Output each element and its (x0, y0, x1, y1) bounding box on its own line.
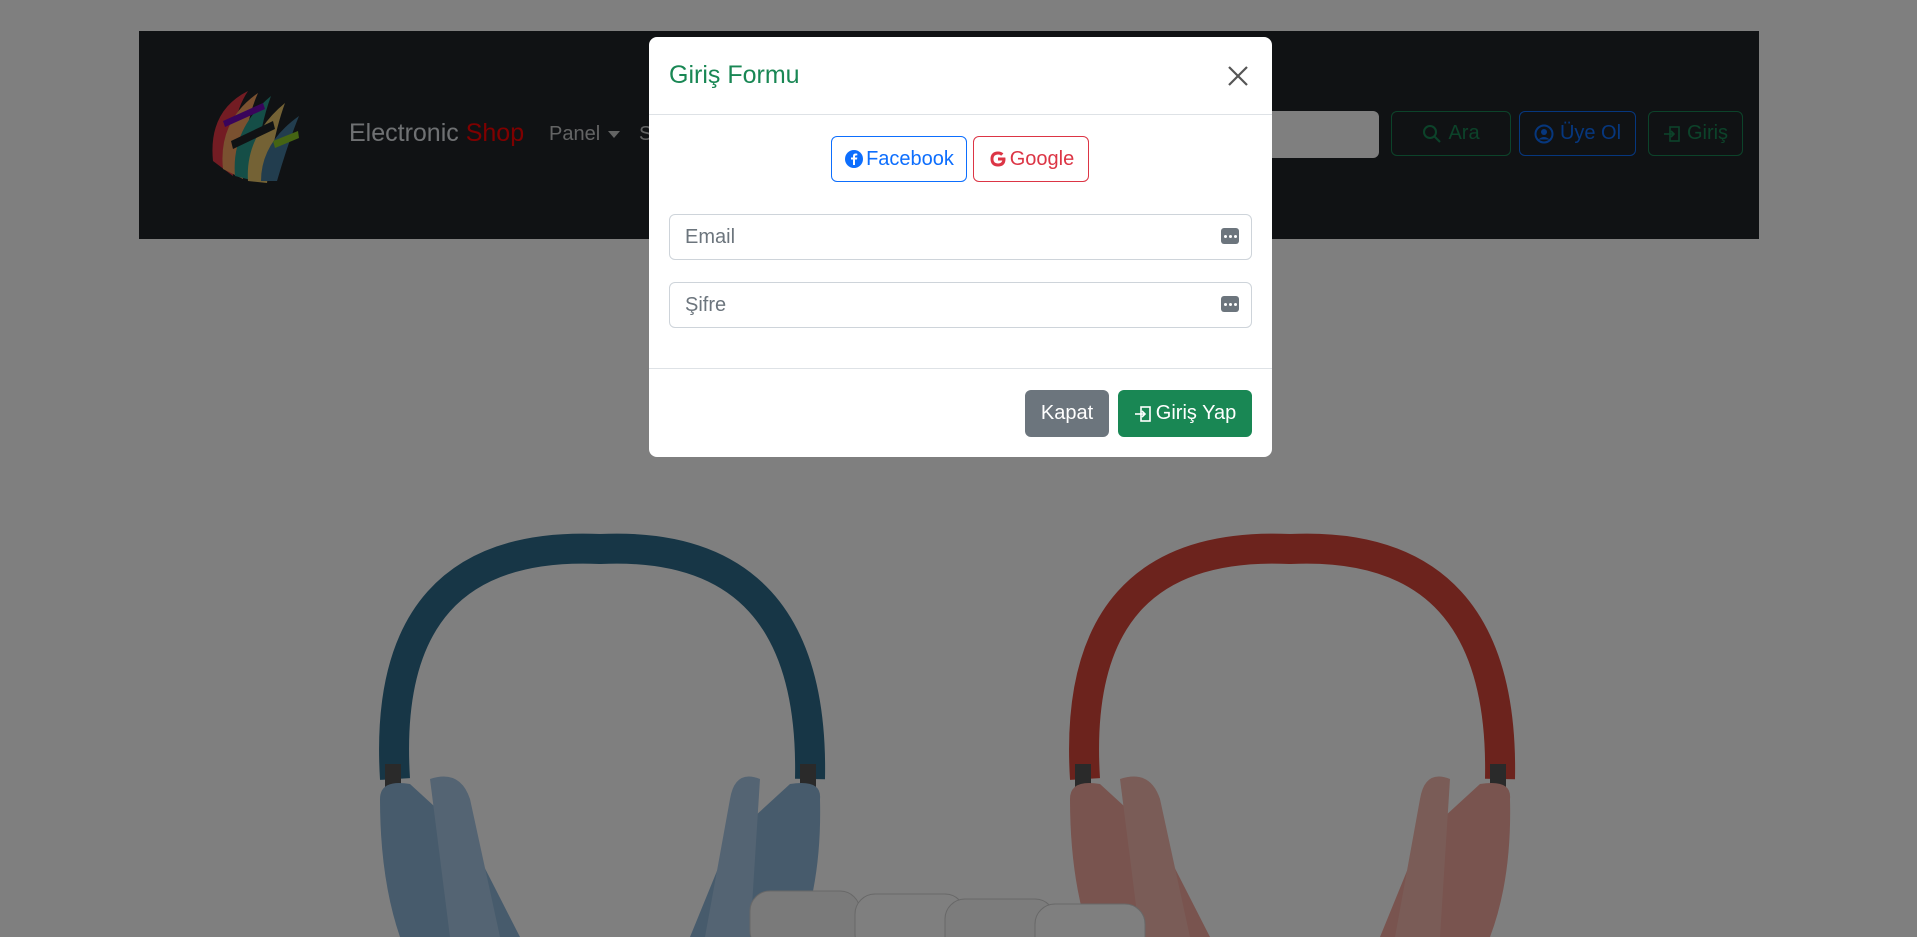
modal-title: Giriş Formu (669, 61, 800, 89)
password-field (669, 282, 1252, 328)
password-manager-key-icon[interactable] (1221, 296, 1239, 312)
login-icon (1134, 405, 1151, 422)
modal-footer: Kapat Giriş Yap (649, 368, 1272, 457)
google-login-label: Google (1009, 147, 1075, 170)
close-icon[interactable] (1226, 64, 1250, 88)
submit-login-label: Giriş Yap (1155, 402, 1237, 424)
close-button[interactable]: Kapat (1025, 390, 1109, 437)
email-input[interactable] (670, 215, 1251, 259)
facebook-icon (845, 150, 864, 168)
google-login-button[interactable]: Google (973, 136, 1089, 182)
login-modal: Giriş Formu Facebook Google Kapat Giriş … (649, 37, 1272, 457)
page-background: Electronic Shop Panel S Ara Üye Ol Giriş (0, 0, 1917, 937)
password-input[interactable] (670, 283, 1251, 327)
google-icon (990, 151, 1006, 167)
modal-header: Giriş Formu (649, 37, 1272, 115)
facebook-login-button[interactable]: Facebook (831, 136, 967, 182)
facebook-login-label: Facebook (866, 147, 954, 170)
email-field (669, 214, 1252, 260)
submit-login-button[interactable]: Giriş Yap (1118, 390, 1252, 437)
password-manager-key-icon[interactable] (1221, 228, 1239, 244)
